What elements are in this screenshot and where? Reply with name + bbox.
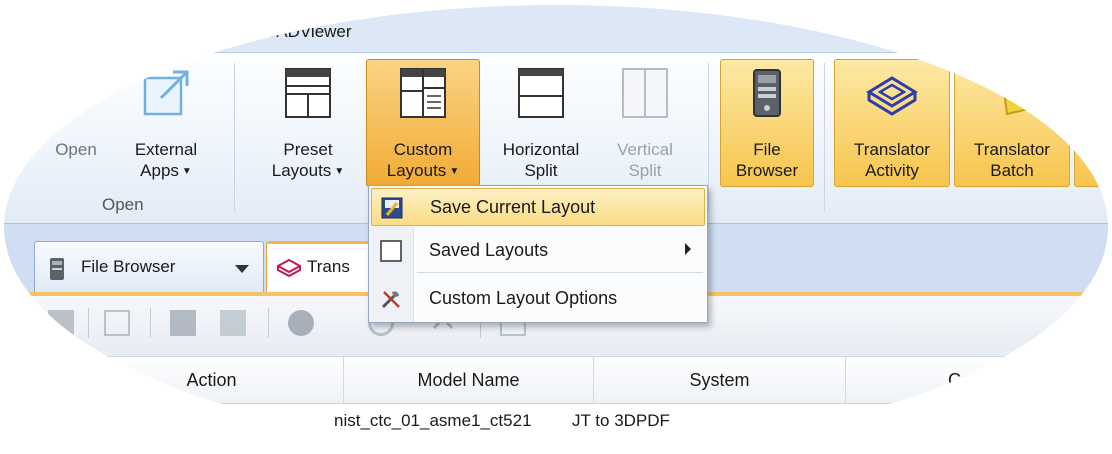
- file-browser-label: File: [753, 140, 781, 159]
- dropdown-caret-icon: ▼: [181, 166, 192, 178]
- file-browser-icon: [753, 69, 781, 117]
- vertical-split-icon: [622, 68, 668, 118]
- column-header-model-name[interactable]: Model Name: [344, 357, 594, 403]
- tab-label: Trans: [307, 257, 350, 276]
- file-browser-label-2: Browser: [735, 161, 799, 180]
- translator-batch-button[interactable]: Translator Batch: [954, 59, 1070, 187]
- tab-dropdown-icon[interactable]: [235, 265, 249, 273]
- column-header-action[interactable]: Action: [0, 357, 344, 403]
- preset-layouts-label: Preset: [283, 140, 333, 159]
- external-apps-label-2: Apps: [140, 161, 179, 180]
- horizontal-split-label: Horizontal: [502, 140, 580, 159]
- batch-folder-icon: [1001, 76, 1040, 116]
- translator-batch-label-2: Batch: [990, 161, 1034, 180]
- translator-batch-label: Translator: [974, 140, 1050, 159]
- external-apps-label: External: [134, 140, 198, 159]
- window-title: CADViewer: [264, 22, 352, 41]
- ribbon-separator: [708, 63, 709, 211]
- translator-activity-button[interactable]: Translator Activity: [834, 59, 950, 187]
- ribbon-separator: [234, 63, 235, 211]
- submenu-arrow-icon: [685, 243, 691, 255]
- horizontal-split-label-2: Split: [524, 161, 558, 180]
- toolbar-separator: [88, 308, 89, 338]
- cell-model-name: nist_ctc_01_asme1_ct521: [334, 411, 532, 430]
- save-icon[interactable]: [170, 310, 196, 336]
- menu-item-label: Save Current Layout: [430, 197, 596, 217]
- dropdown-caret-icon: ▼: [334, 166, 345, 178]
- custom-layout-icon: [400, 68, 446, 118]
- horizontal-split-icon: [518, 68, 564, 118]
- title-bar: CADViewer: [0, 0, 1112, 52]
- external-apps-button[interactable]: External Apps ▼: [118, 59, 214, 187]
- custom-layouts-label: Custom: [393, 140, 453, 159]
- custom-layouts-menu: Save Current Layout Saved Layouts Custom…: [368, 185, 708, 323]
- blank-square-icon: [380, 240, 402, 262]
- grid-header: Action Model Name System Configu: [0, 356, 1112, 404]
- batch-tree-icon[interactable]: [220, 310, 246, 336]
- menu-item-label: Saved Layouts: [429, 240, 549, 260]
- toolbar-separator: [268, 308, 269, 338]
- menu-item-save-current-layout[interactable]: Save Current Layout: [371, 188, 705, 226]
- preset-layouts-button[interactable]: Preset Layouts ▼: [258, 59, 358, 187]
- group-label-open: Open: [102, 195, 144, 214]
- save-layout-icon: [381, 197, 403, 219]
- external-link-icon: [143, 70, 189, 116]
- cell-system: JT to 3DPDF: [572, 411, 670, 430]
- ribbon-separator: [824, 63, 825, 211]
- tools-icon: [381, 291, 400, 309]
- translator-activity-label-2: Activity: [865, 161, 919, 180]
- app-window: CADViewer Open External Apps ▼ Open Pres…: [0, 0, 1112, 454]
- vertical-split-button[interactable]: Vertical Split: [600, 59, 690, 187]
- menu-item-label: Custom Layout Options: [429, 288, 618, 308]
- translator-cube-icon: [866, 76, 918, 116]
- list-icon[interactable]: [48, 310, 74, 336]
- menu-item-custom-layout-options[interactable]: Custom Layout Options: [371, 280, 705, 318]
- tab-label: File Browser: [81, 257, 176, 276]
- custom-layouts-button[interactable]: Custom Layouts ▼: [366, 59, 480, 187]
- menu-separator: [417, 272, 703, 273]
- open-button[interactable]: Open: [40, 59, 112, 187]
- preset-layout-icon: [285, 68, 331, 118]
- stop-icon[interactable]: [288, 310, 314, 336]
- dropdown-caret-icon: ▼: [449, 166, 460, 178]
- column-header-configuration[interactable]: Configu: [846, 357, 1112, 403]
- ribbon-overflow-button[interactable]: [1074, 59, 1112, 187]
- vertical-split-label: Vertical: [617, 140, 673, 159]
- tree-icon[interactable]: [104, 310, 130, 336]
- menu-item-saved-layouts[interactable]: Saved Layouts: [371, 232, 705, 270]
- translator-activity-label: Translator: [854, 140, 930, 159]
- preset-layouts-label-2: Layouts: [271, 161, 332, 180]
- column-header-system[interactable]: System: [594, 357, 846, 403]
- file-browser-icon: [50, 258, 64, 280]
- table-row[interactable]: nist_ctc_01_asme1_ct521 JT to 3DPDF: [0, 406, 1112, 436]
- open-button-label: Open: [55, 140, 97, 159]
- open-folder-icon: [49, 76, 89, 116]
- custom-layouts-label-2: Layouts: [386, 161, 447, 180]
- vertical-split-label-2: Split: [628, 161, 662, 180]
- toolbar-separator: [150, 308, 151, 338]
- horizontal-split-button[interactable]: Horizontal Split: [484, 59, 598, 187]
- tab-file-browser[interactable]: File Browser: [34, 241, 264, 295]
- file-browser-button[interactable]: File Browser: [720, 59, 814, 187]
- translator-cube-icon: [277, 258, 301, 278]
